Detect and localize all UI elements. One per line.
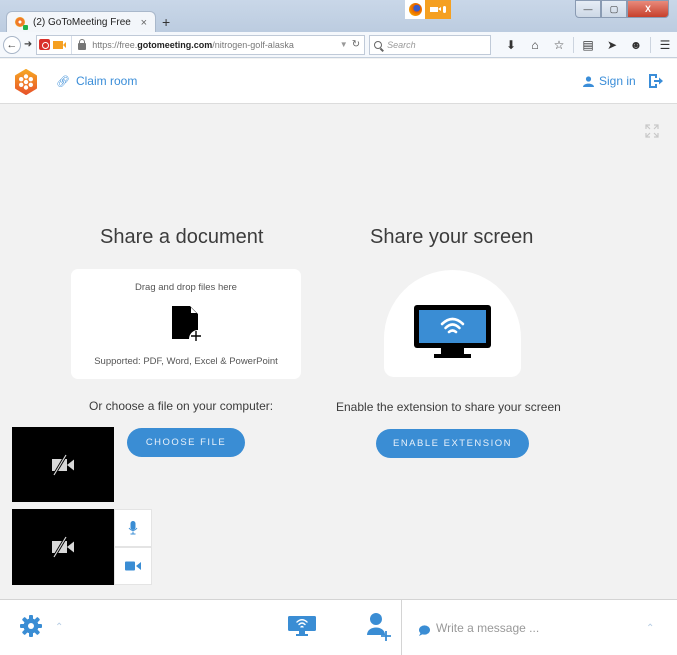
toolbar-divider	[650, 36, 651, 53]
choose-file-hint: Or choose a file on your computer:	[89, 399, 274, 413]
site-permission-icon[interactable]	[39, 39, 51, 50]
reload-icon[interactable]: ↻	[352, 39, 360, 50]
enable-extension-hint: Enable the extension to share your scree…	[336, 400, 561, 414]
browser-tab[interactable]: (2) GoToMeeting Free ×	[6, 11, 156, 33]
footer-divider	[401, 600, 402, 655]
url-domain: gotomeeting.com	[137, 39, 213, 50]
video-tile-remote[interactable]	[12, 427, 114, 502]
url-dropdown-icon[interactable]: ▼	[340, 40, 348, 49]
reading-list-icon[interactable]: ▤	[576, 38, 600, 52]
chat-hello-icon[interactable]: ☻	[624, 38, 648, 52]
sign-in-label: Sign in	[599, 74, 636, 88]
user-icon	[583, 75, 594, 87]
tab-close-icon[interactable]: ×	[141, 17, 147, 29]
sign-in-link[interactable]: Sign in	[583, 74, 636, 88]
minimize-button[interactable]: —	[575, 0, 601, 18]
arrow-right-icon: ➜	[23, 39, 33, 50]
url-path: /nitrogen-golf-alaska	[212, 39, 294, 50]
camera-permission-icon[interactable]	[53, 40, 67, 49]
app-header: 🔗︎ Claim room Sign in	[0, 59, 677, 104]
drop-hint: Drag and drop files here	[135, 282, 237, 293]
browser-navbar: ← ➜ https://free.gotomeeting.com/nitroge…	[0, 32, 677, 58]
claim-room-label: Claim room	[75, 74, 138, 88]
download-icon[interactable]: ⬇	[499, 38, 523, 52]
home-icon[interactable]: ⌂	[523, 38, 547, 52]
settings-chevron-up-icon[interactable]: ⌃	[55, 622, 63, 633]
fullscreen-icon[interactable]	[645, 124, 659, 138]
camera-off-icon	[52, 536, 74, 558]
webrtc-sharing-indicator[interactable]	[405, 0, 451, 19]
claim-room-link[interactable]: 🔗︎ Claim room	[56, 74, 137, 88]
meeting-toolbar: ⌃ ⌃	[0, 599, 677, 655]
pocket-send-icon[interactable]: ➤	[600, 38, 624, 52]
camera-toggle[interactable]	[114, 547, 152, 585]
gotomeeting-logo-icon[interactable]	[13, 69, 39, 95]
url-scheme: https://free.	[92, 39, 138, 50]
window-controls: — ▢ X	[575, 0, 669, 18]
choose-file-button[interactable]: CHOOSE FILE	[127, 428, 245, 457]
share-screen-title: Share your screen	[370, 226, 534, 248]
close-window-button[interactable]: X	[627, 0, 669, 18]
monitor-wifi-icon	[414, 305, 491, 358]
lock-icon[interactable]	[78, 38, 87, 50]
link-icon: 🔗︎	[56, 75, 70, 88]
maximize-button[interactable]: ▢	[601, 0, 627, 18]
share-document-title: Share a document	[100, 226, 264, 248]
camera-off-icon	[52, 453, 74, 476]
microphone-sharing-icon	[443, 6, 447, 13]
url-text[interactable]: https://free.gotomeeting.com/nitrogen-go…	[92, 40, 340, 50]
gear-icon[interactable]	[19, 614, 43, 638]
add-participant-icon[interactable]	[365, 612, 393, 642]
forward-button[interactable]: ➜	[24, 39, 32, 50]
chat-message-input[interactable]	[436, 618, 626, 638]
arrow-left-icon: ←	[6, 38, 18, 51]
chat-bubble-icon	[419, 625, 430, 636]
new-tab-button[interactable]: +	[162, 14, 170, 30]
firefox-icon	[405, 0, 425, 19]
microphone-icon	[128, 521, 138, 535]
file-dropzone[interactable]: Drag and drop files here Supported: PDF,…	[71, 269, 301, 379]
gotomeeting-favicon-icon	[15, 16, 28, 30]
video-camera-icon	[125, 561, 141, 571]
camera-sharing-icon	[429, 7, 441, 12]
bookmark-star-icon[interactable]: ☆	[547, 38, 571, 52]
url-bar[interactable]: https://free.gotomeeting.com/nitrogen-go…	[36, 34, 366, 55]
menu-icon[interactable]: ☰	[653, 38, 677, 52]
share-screen-icon[interactable]	[288, 616, 316, 636]
video-tile-self[interactable]	[12, 509, 114, 585]
enable-extension-button[interactable]: ENABLE EXTENSION	[376, 429, 529, 458]
toolbar-divider	[573, 36, 574, 53]
exit-icon[interactable]	[648, 73, 664, 89]
search-bar[interactable]: Search	[369, 34, 491, 55]
add-file-icon	[172, 306, 201, 341]
back-button[interactable]: ←	[3, 35, 21, 54]
supported-formats: Supported: PDF, Word, Excel & PowerPoint	[94, 356, 278, 367]
microphone-toggle[interactable]	[114, 509, 152, 547]
chat-expand-chevron-icon[interactable]: ⌃	[646, 623, 654, 634]
browser-titlebar: (2) GoToMeeting Free × + — ▢ X	[0, 0, 677, 33]
search-icon	[374, 40, 383, 49]
browser-toolbar: ⬇ ⌂ ☆ ▤ ➤ ☻ ☰	[499, 36, 677, 53]
tab-title: (2) GoToMeeting Free	[33, 17, 131, 28]
search-placeholder: Search	[387, 39, 416, 50]
